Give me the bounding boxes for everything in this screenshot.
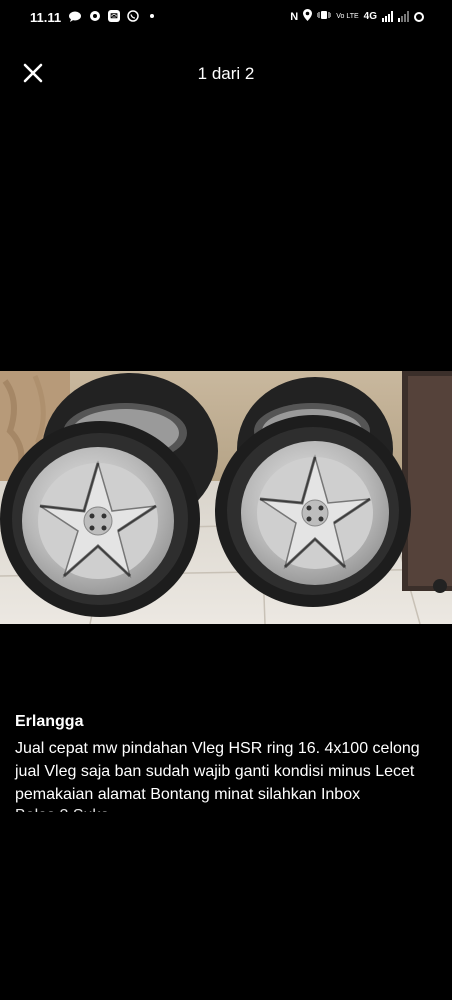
signal-icon xyxy=(382,11,393,22)
signal-icon xyxy=(398,11,409,22)
viewer-top-bar: 1 dari 2 xyxy=(0,52,452,94)
photo-counter: 1 dari 2 xyxy=(197,64,255,83)
dot-icon xyxy=(150,14,154,18)
vibrate-icon xyxy=(316,10,332,23)
battery-icon xyxy=(414,11,424,22)
chat-bubble-icon xyxy=(68,9,82,23)
location-icon xyxy=(303,9,313,24)
post-description: Jual cepat mw pindahan Vleg HSR ring 16.… xyxy=(15,740,420,803)
author-name[interactable]: Erlangga xyxy=(15,713,445,731)
settings-icon xyxy=(88,9,102,23)
notification-icons: ✉ xyxy=(68,9,154,23)
post-overflow-text: Balas 2 Suka xyxy=(15,804,445,812)
4g-icon: 4G xyxy=(363,11,377,22)
system-icons: N Vo LTE 4G xyxy=(290,9,424,24)
post-caption: Erlangga Jual cepat mw pindahan Vleg HSR… xyxy=(15,713,445,812)
message-icon: ✉ xyxy=(108,10,120,22)
whatsapp-icon xyxy=(126,9,140,23)
wheels-photo xyxy=(0,371,452,624)
volte-icon: Vo LTE xyxy=(336,13,359,20)
status-time: 11.11 xyxy=(30,10,62,25)
nfc-icon: N xyxy=(290,10,299,23)
listing-photo[interactable] xyxy=(0,371,452,624)
status-bar: 11.11 ✉ N Vo LTE 4G xyxy=(0,0,452,36)
